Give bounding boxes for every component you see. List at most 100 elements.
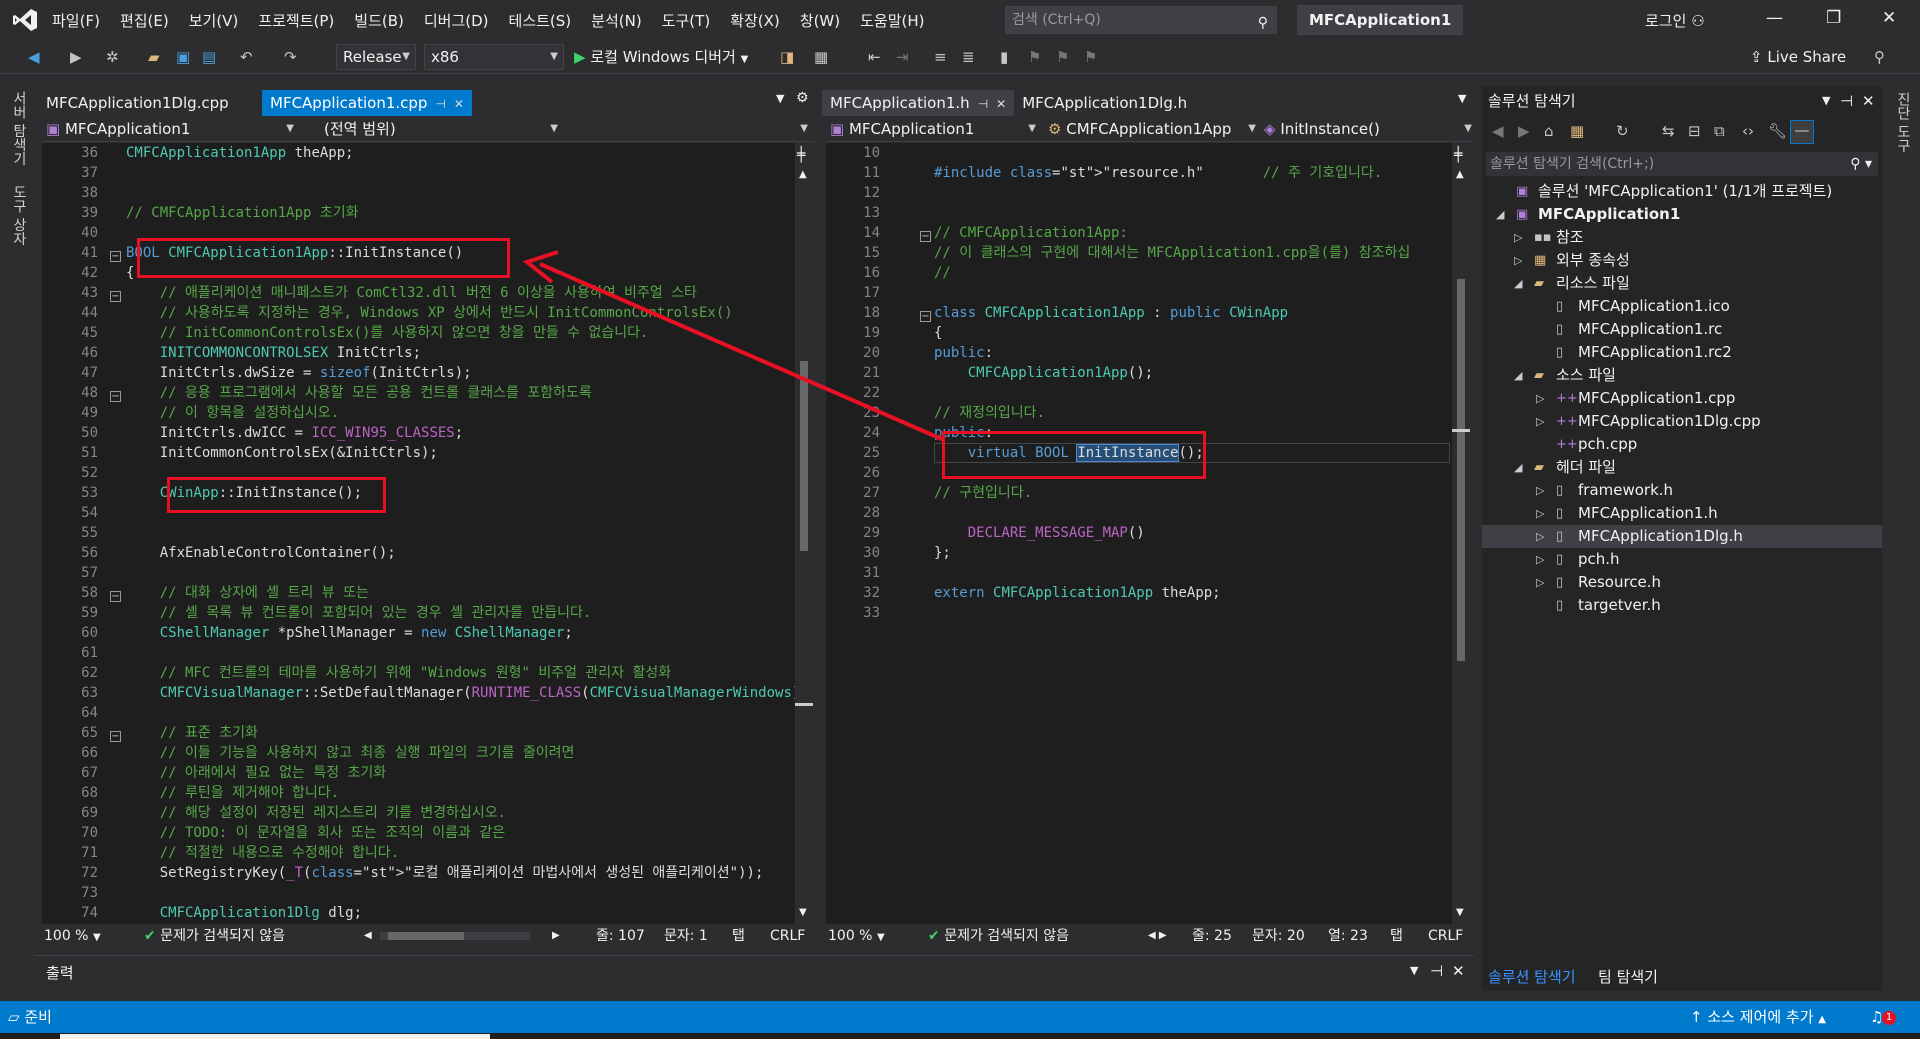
tab-list-chevron-icon[interactable]: ▼	[1458, 92, 1466, 105]
collapse-icon[interactable]: −	[110, 251, 121, 262]
expander-icon[interactable]: ▷	[1536, 548, 1544, 571]
menu-item[interactable]: 디버그(D)	[414, 10, 499, 31]
issues-indicator[interactable]: ✔ 문제가 검색되지 않음	[144, 924, 285, 948]
code-line[interactable]	[126, 563, 795, 583]
scroll-thumb[interactable]	[1457, 279, 1465, 661]
menu-item[interactable]: 편집(E)	[110, 10, 179, 31]
collapse-all-icon[interactable]: ⊟	[1688, 122, 1701, 140]
menu-item[interactable]: 분석(N)	[581, 10, 652, 31]
code-line[interactable]	[126, 163, 795, 183]
tree-node[interactable]: ▯ targetver.h	[1482, 594, 1882, 617]
code-line[interactable]: {	[934, 323, 1410, 343]
menu-item[interactable]: 빌드(B)	[344, 10, 414, 31]
login-button[interactable]: 로그인 ⚇	[1645, 10, 1705, 31]
show-all-files-icon[interactable]: ⧉	[1714, 122, 1725, 140]
expander-icon[interactable]: ▷	[1536, 571, 1544, 594]
collapse-icon[interactable]: −	[110, 731, 121, 742]
start-debugger-button[interactable]: ▶ 로컬 Windows 디버거 ▼	[574, 46, 748, 68]
expander-icon[interactable]: ▷	[1536, 387, 1544, 410]
browser-icon[interactable]: ▦	[814, 46, 828, 68]
bookmark-icon[interactable]: ▮	[1000, 46, 1008, 68]
menu-item[interactable]: 보기(V)	[179, 10, 249, 31]
eol-indicator[interactable]: CRLF	[1428, 924, 1463, 948]
expander-icon[interactable]: ◢	[1514, 364, 1522, 387]
tree-node[interactable]: ++ pch.cpp	[1482, 433, 1882, 456]
code-line[interactable]: public:	[934, 343, 1410, 363]
expander-icon[interactable]: ▷	[1536, 479, 1544, 502]
code-line[interactable]: // 표준 초기화	[126, 723, 795, 743]
col-indicator[interactable]: 열: 23	[1328, 924, 1368, 948]
code-line[interactable]: // CMFCApplication1App 초기화	[126, 203, 795, 223]
restore-button[interactable]: ❐	[1826, 8, 1841, 28]
tree-node[interactable]: ◢ ▣ MFCApplication1	[1482, 203, 1882, 226]
code-line[interactable]: CMFCApplication1App();	[934, 363, 1410, 383]
tree-node[interactable]: ▯ MFCApplication1.rc	[1482, 318, 1882, 341]
visual-studio-logo-icon[interactable]	[12, 8, 38, 32]
tree-node[interactable]: ▷ ▪▪ 참조	[1482, 226, 1882, 249]
code-line[interactable]	[126, 883, 795, 903]
tree-node[interactable]: ▯ MFCApplication1.ico	[1482, 295, 1882, 318]
live-share-button[interactable]: ⇪ Live Share	[1750, 46, 1846, 68]
search-box[interactable]: 검색 (Ctrl+Q) ⚲	[1005, 6, 1277, 34]
horizontal-scrollbar[interactable]	[380, 932, 530, 940]
close-panel-icon[interactable]: ✕	[1452, 962, 1465, 980]
step-icon[interactable]: ⇤	[868, 46, 881, 68]
collapse-icon[interactable]: −	[110, 391, 121, 402]
code-line[interactable]: // 구현입니다.	[934, 483, 1410, 503]
expander-icon[interactable]: ▷	[1536, 525, 1544, 548]
forward-icon[interactable]: ▶	[1518, 122, 1530, 140]
collapse-icon[interactable]: −	[920, 311, 931, 322]
code-line[interactable]: #include class="st">"resource.h" // 주 기호…	[934, 163, 1410, 183]
project-dropdown[interactable]: ▣ MFCApplication1 ▼	[46, 118, 294, 140]
new-project-icon[interactable]: ✲	[106, 46, 119, 68]
right-code-editor[interactable]: 10 11 12 13 14 15 16 17 18 19 20 21 22 23 24 25 26 27 28 29…	[826, 143, 1452, 924]
notifications-button[interactable]: ♫ 1	[1870, 1001, 1896, 1033]
tree-node[interactable]: ▷ ▯ MFCApplication1Dlg.h	[1482, 525, 1882, 548]
tree-node[interactable]: ▣ 솔루션 'MFCApplication1' (1/1개 프로젝트)	[1482, 180, 1882, 203]
settings-gear-icon[interactable]: ⚙	[796, 90, 809, 106]
scroll-right-icon[interactable]: ▶	[552, 924, 560, 948]
class-dropdown[interactable]: ⚙ CMFCApplication1App ▼	[1048, 118, 1256, 140]
properties-wrench-icon[interactable]: 🔧︎	[1768, 122, 1787, 140]
code-line[interactable]: // 해당 설정이 저장된 레지스트리 키를 변경하십시오.	[126, 803, 795, 823]
pin-icon[interactable]: ⊣	[978, 97, 988, 111]
tab-mfcapplication1dlg-cpp[interactable]: MFCApplication1Dlg.cpp	[34, 90, 262, 116]
platform-select[interactable]: x86 ▼	[424, 44, 564, 70]
code-line[interactable]	[126, 183, 795, 203]
tree-node[interactable]: ◢ ▰ 소스 파일	[1482, 364, 1882, 387]
expander-icon[interactable]: ▷	[1536, 502, 1544, 525]
pin-icon[interactable]: ⊣	[1430, 962, 1443, 980]
server-explorer-tab[interactable]: 서버 탐색기	[9, 91, 29, 165]
pending-changes-icon[interactable]: ↻	[1616, 122, 1629, 140]
tab-mfcapplication1-h[interactable]: MFCApplication1.h ⊣ ✕	[822, 90, 1015, 116]
expander-icon[interactable]: ◢	[1514, 272, 1522, 295]
eol-indicator[interactable]: CRLF	[770, 924, 805, 948]
collapse-icon[interactable]: −	[110, 591, 121, 602]
code-line[interactable]: CShellManager *pShellManager = new CShel…	[126, 623, 795, 643]
code-line[interactable]	[934, 383, 1410, 403]
expander-icon[interactable]: ▷	[1514, 226, 1522, 249]
solution-search-input[interactable]: 솔루션 탐색기 검색(Ctrl+;) ⚲ ▾	[1486, 152, 1878, 176]
tab-solution-explorer[interactable]: 솔루션 탐색기	[1488, 966, 1576, 987]
code-line[interactable]: InitCtrls.dwSize = sizeof(InitCtrls);	[126, 363, 795, 383]
uncomment-icon[interactable]: ≣	[962, 46, 975, 68]
scroll-thumb[interactable]	[800, 361, 808, 551]
code-line[interactable]: // 재정의입니다.	[934, 403, 1410, 423]
code-line[interactable]: AfxEnableControlContainer();	[126, 543, 795, 563]
tree-node[interactable]: ▷ ▦ 외부 종속성	[1482, 249, 1882, 272]
menu-item[interactable]: 도움말(H)	[850, 10, 934, 31]
collapse-icon[interactable]: −	[110, 291, 121, 302]
menu-item[interactable]: 도구(T)	[652, 10, 720, 31]
scroll-left-icon[interactable]: ◀	[364, 924, 372, 948]
scroll-arrows-icon[interactable]: ◀ ▶	[1148, 924, 1167, 948]
pin-icon[interactable]: ⊣	[435, 97, 445, 111]
scroll-down-icon[interactable]: ▼	[799, 907, 807, 918]
back-icon[interactable]: ◀	[28, 46, 40, 68]
diagnostic-tools-tab[interactable]: 진단 도구	[1893, 92, 1913, 152]
close-panel-icon[interactable]: ✕	[1862, 86, 1875, 116]
code-line[interactable]	[934, 603, 1410, 623]
chevron-down-icon[interactable]: ▼	[1410, 964, 1418, 977]
split-icon[interactable]: ╪	[1454, 147, 1462, 163]
code-line[interactable]: //	[934, 263, 1410, 283]
tab-mfcapplication1dlg-h[interactable]: MFCApplication1Dlg.h	[1014, 90, 1195, 116]
